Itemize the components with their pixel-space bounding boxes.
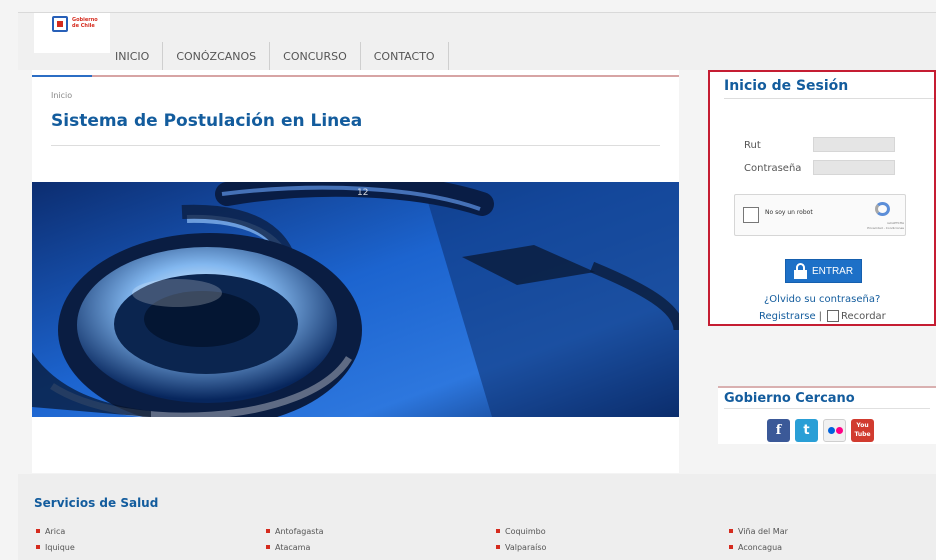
flickr-icon[interactable] (823, 419, 846, 442)
main-navigation: INICIO CONÓZCANOS CONCURSO CONTACTO (102, 42, 449, 71)
login-panel: Inicio de Sesión Rut Contraseña No soy u… (708, 70, 936, 326)
rut-input[interactable] (813, 137, 895, 152)
service-arica[interactable]: Arica (36, 527, 65, 536)
login-divider (724, 98, 934, 99)
register-row: Registrarse | Recordar (759, 310, 886, 322)
content-top-rule (92, 75, 679, 77)
service-antofagasta[interactable]: Antofagasta (266, 527, 323, 536)
service-label: Iquique (45, 543, 75, 552)
nav-inicio[interactable]: INICIO (102, 42, 164, 71)
login-title: Inicio de Sesión (724, 78, 849, 94)
social-panel: Gobierno Cercano f t You Tube (718, 386, 936, 444)
service-label: Aconcagua (738, 543, 783, 552)
nav-concurso[interactable]: CONCURSO (270, 42, 361, 71)
service-label: Atacama (275, 543, 311, 552)
content-top-accent (32, 75, 92, 77)
footer-title: Servicios de Salud (34, 496, 159, 510)
password-input[interactable] (813, 160, 895, 175)
breadcrumb[interactable]: Inicio (51, 91, 72, 100)
recaptcha-terms[interactable]: Privacidad - Condiciones (842, 226, 904, 230)
red-bullet-icon (36, 529, 40, 533)
service-label: Viña del Mar (738, 527, 788, 536)
nav-contacto[interactable]: CONTACTO (361, 42, 449, 71)
stethoscope-hero-image: 12 (32, 182, 679, 417)
red-bullet-icon (729, 529, 733, 533)
red-bullet-icon (36, 545, 40, 549)
service-label: Arica (45, 527, 66, 536)
title-divider (51, 145, 660, 146)
service-iquique[interactable]: Iquique (36, 543, 75, 552)
remember-checkbox[interactable] (827, 310, 839, 322)
service-coquimbo[interactable]: Coquimbo (496, 527, 546, 536)
facebook-icon[interactable]: f (767, 419, 790, 442)
red-bullet-icon (266, 529, 270, 533)
forgot-password-link[interactable]: ¿Olvido su contraseña? (764, 294, 880, 305)
page-title: Sistema de Postulación en Linea (51, 111, 363, 131)
social-title: Gobierno Cercano (724, 391, 855, 406)
unlock-icon (793, 263, 807, 279)
social-divider (724, 408, 930, 409)
password-label: Contraseña (744, 163, 802, 174)
top-bar (0, 0, 936, 12)
service-aconcagua[interactable]: Aconcagua (729, 543, 782, 552)
register-separator: | (818, 310, 822, 322)
recaptcha-icon (875, 202, 890, 216)
service-atacama[interactable]: Atacama (266, 543, 310, 552)
rut-label: Rut (744, 140, 761, 151)
health-services-footer (18, 474, 936, 560)
twitter-icon[interactable]: t (795, 419, 818, 442)
enter-button[interactable]: ENTRAR (785, 259, 862, 283)
red-bullet-icon (496, 529, 500, 533)
recaptcha-label: No soy un robot (765, 209, 813, 216)
logo-text: Gobierno de Chile (72, 17, 98, 29)
nav-conozcanos[interactable]: CONÓZCANOS (163, 42, 271, 71)
recaptcha-brand: reCAPTCHA (886, 221, 904, 225)
service-label: Antofagasta (275, 527, 324, 536)
register-link[interactable]: Registrarse (759, 311, 816, 322)
site-header: Gobierno de Chile INICIO CONÓZCANOS CONC… (18, 12, 936, 71)
service-valparaiso[interactable]: Valparaíso (496, 543, 546, 552)
red-bullet-icon (496, 545, 500, 549)
enter-button-label: ENTRAR (811, 265, 854, 277)
service-vina-del-mar[interactable]: Viña del Mar (729, 527, 788, 536)
recaptcha-checkbox[interactable] (743, 207, 759, 223)
recaptcha-widget[interactable]: No soy un robot reCAPTCHA Privacidad - C… (734, 194, 906, 236)
red-bullet-icon (729, 545, 733, 549)
chile-shield-icon (52, 16, 68, 32)
youtube-icon[interactable]: You Tube (851, 419, 874, 442)
service-label: Coquimbo (505, 527, 546, 536)
stethoscope-illustration (32, 182, 679, 417)
government-logo[interactable]: Gobierno de Chile (34, 13, 110, 53)
social-icons: f t You Tube (767, 419, 874, 442)
red-bullet-icon (266, 545, 270, 549)
hero-number: 12 (357, 188, 369, 198)
service-label: Valparaíso (505, 543, 547, 552)
remember-label[interactable]: Recordar (841, 311, 886, 322)
